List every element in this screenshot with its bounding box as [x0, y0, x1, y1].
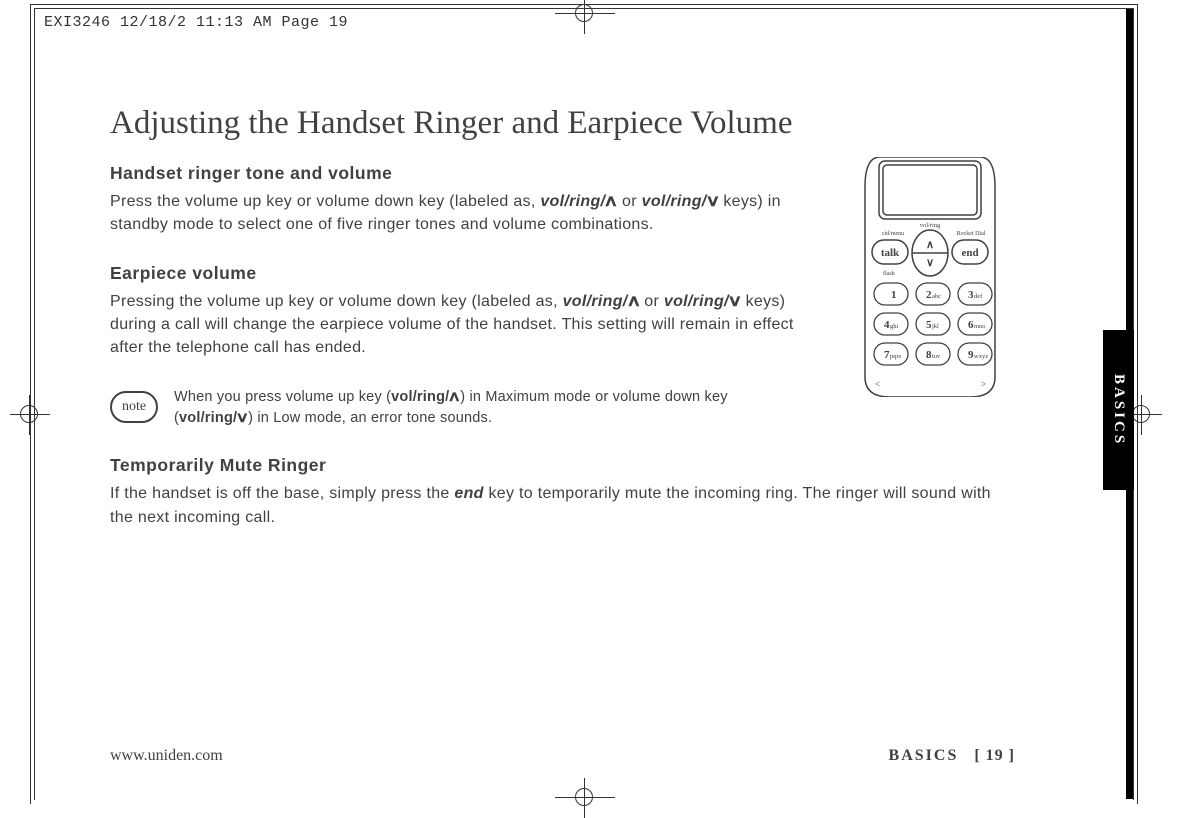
chevron-up-icon: ∧: [626, 290, 642, 313]
page-content: Adjusting the Handset Ringer and Earpiec…: [110, 105, 1015, 765]
text: ) in Low mode, an error tone sounds.: [248, 410, 492, 426]
section-heading-ringer: Handset ringer tone and volume: [110, 163, 825, 184]
end-key-label: end: [454, 485, 483, 502]
svg-text:∨: ∨: [926, 257, 934, 269]
section-tab-label: BASICS: [1110, 374, 1127, 446]
keypad-letters: jkl: [931, 323, 939, 330]
keypad-digit: 1: [891, 289, 897, 301]
keypad-letters: abc: [932, 293, 941, 300]
vol-ring-down-label: vol/ring/: [664, 293, 729, 310]
chevron-up-icon: ∧: [603, 190, 619, 213]
chevron-up-icon: ∧: [448, 387, 462, 408]
note-text: When you press volume up key (vol/ring/∧…: [174, 387, 730, 429]
keypad-letters: wxyz: [974, 353, 988, 360]
footer-url: www.uniden.com: [110, 747, 223, 765]
text: Press the volume up key or volume down k…: [110, 193, 540, 210]
section-body-earpiece: Pressing the volume up key or volume dow…: [110, 290, 825, 360]
talk-button-label: talk: [881, 247, 900, 259]
text: If the handset is off the base, simply p…: [110, 485, 454, 502]
vol-ring-up-label: vol/ring/: [391, 389, 449, 405]
vol-ring-up-label: vol/ring/: [540, 193, 605, 210]
footer-section: BASICS: [889, 747, 959, 764]
keypad-letters: pqrs: [890, 353, 902, 360]
rocket-dial-label: Rocket Dial: [957, 231, 986, 237]
end-button-label: end: [961, 247, 978, 259]
text: When you press volume up key (: [174, 389, 391, 405]
text: or: [640, 293, 664, 310]
vol-ring-up-label: vol/ring/: [563, 293, 628, 310]
cid-menu-label: cid/menu: [882, 231, 904, 237]
handset-illustration: ∧ ∨ vol/ring cid/menu Rocket Dial talk e…: [845, 157, 1015, 387]
section-tab: BASICS: [1103, 330, 1134, 490]
prepress-header: EXI3246 12/18/2 11:13 AM Page 19: [44, 14, 348, 31]
registration-mark-top: [555, 0, 615, 34]
chevron-down-icon: ∨: [727, 290, 743, 313]
svg-text:∧: ∧: [926, 239, 934, 251]
vol-ring-label: vol/ring: [920, 222, 941, 229]
text: or: [617, 193, 641, 210]
handset-svg: ∧ ∨ vol/ring cid/menu Rocket Dial talk e…: [845, 157, 1015, 397]
angle-left-label: <: [875, 379, 880, 389]
keypad-letters: tuv: [932, 353, 941, 360]
flash-label: flash: [883, 270, 895, 277]
keypad-letters: mno: [974, 323, 986, 330]
section-heading-earpiece: Earpiece volume: [110, 263, 825, 284]
vol-ring-down-label: vol/ring/: [179, 410, 237, 426]
page-footer: www.uniden.com BASICS [ 19 ]: [110, 747, 1015, 765]
keypad-letters: def: [974, 293, 983, 300]
note-callout: note When you press volume up key (vol/r…: [110, 387, 730, 429]
keypad-letters: ghi: [890, 323, 899, 330]
chevron-down-icon: ∨: [705, 190, 721, 213]
text: Pressing the volume up key or volume dow…: [110, 293, 563, 310]
chevron-down-icon: ∨: [236, 408, 250, 429]
note-badge: note: [110, 391, 158, 423]
page-title: Adjusting the Handset Ringer and Earpiec…: [110, 105, 1015, 141]
section-body-mute: If the handset is off the base, simply p…: [110, 482, 1015, 528]
vol-ring-down-label: vol/ring/: [642, 193, 707, 210]
section-heading-mute: Temporarily Mute Ringer: [110, 455, 1015, 476]
angle-right-label: >: [981, 379, 986, 389]
section-body-ringer: Press the volume up key or volume down k…: [110, 190, 825, 236]
footer-page-number: [ 19 ]: [974, 747, 1015, 764]
registration-mark-left: [10, 395, 50, 435]
registration-mark-bottom: [555, 778, 615, 818]
